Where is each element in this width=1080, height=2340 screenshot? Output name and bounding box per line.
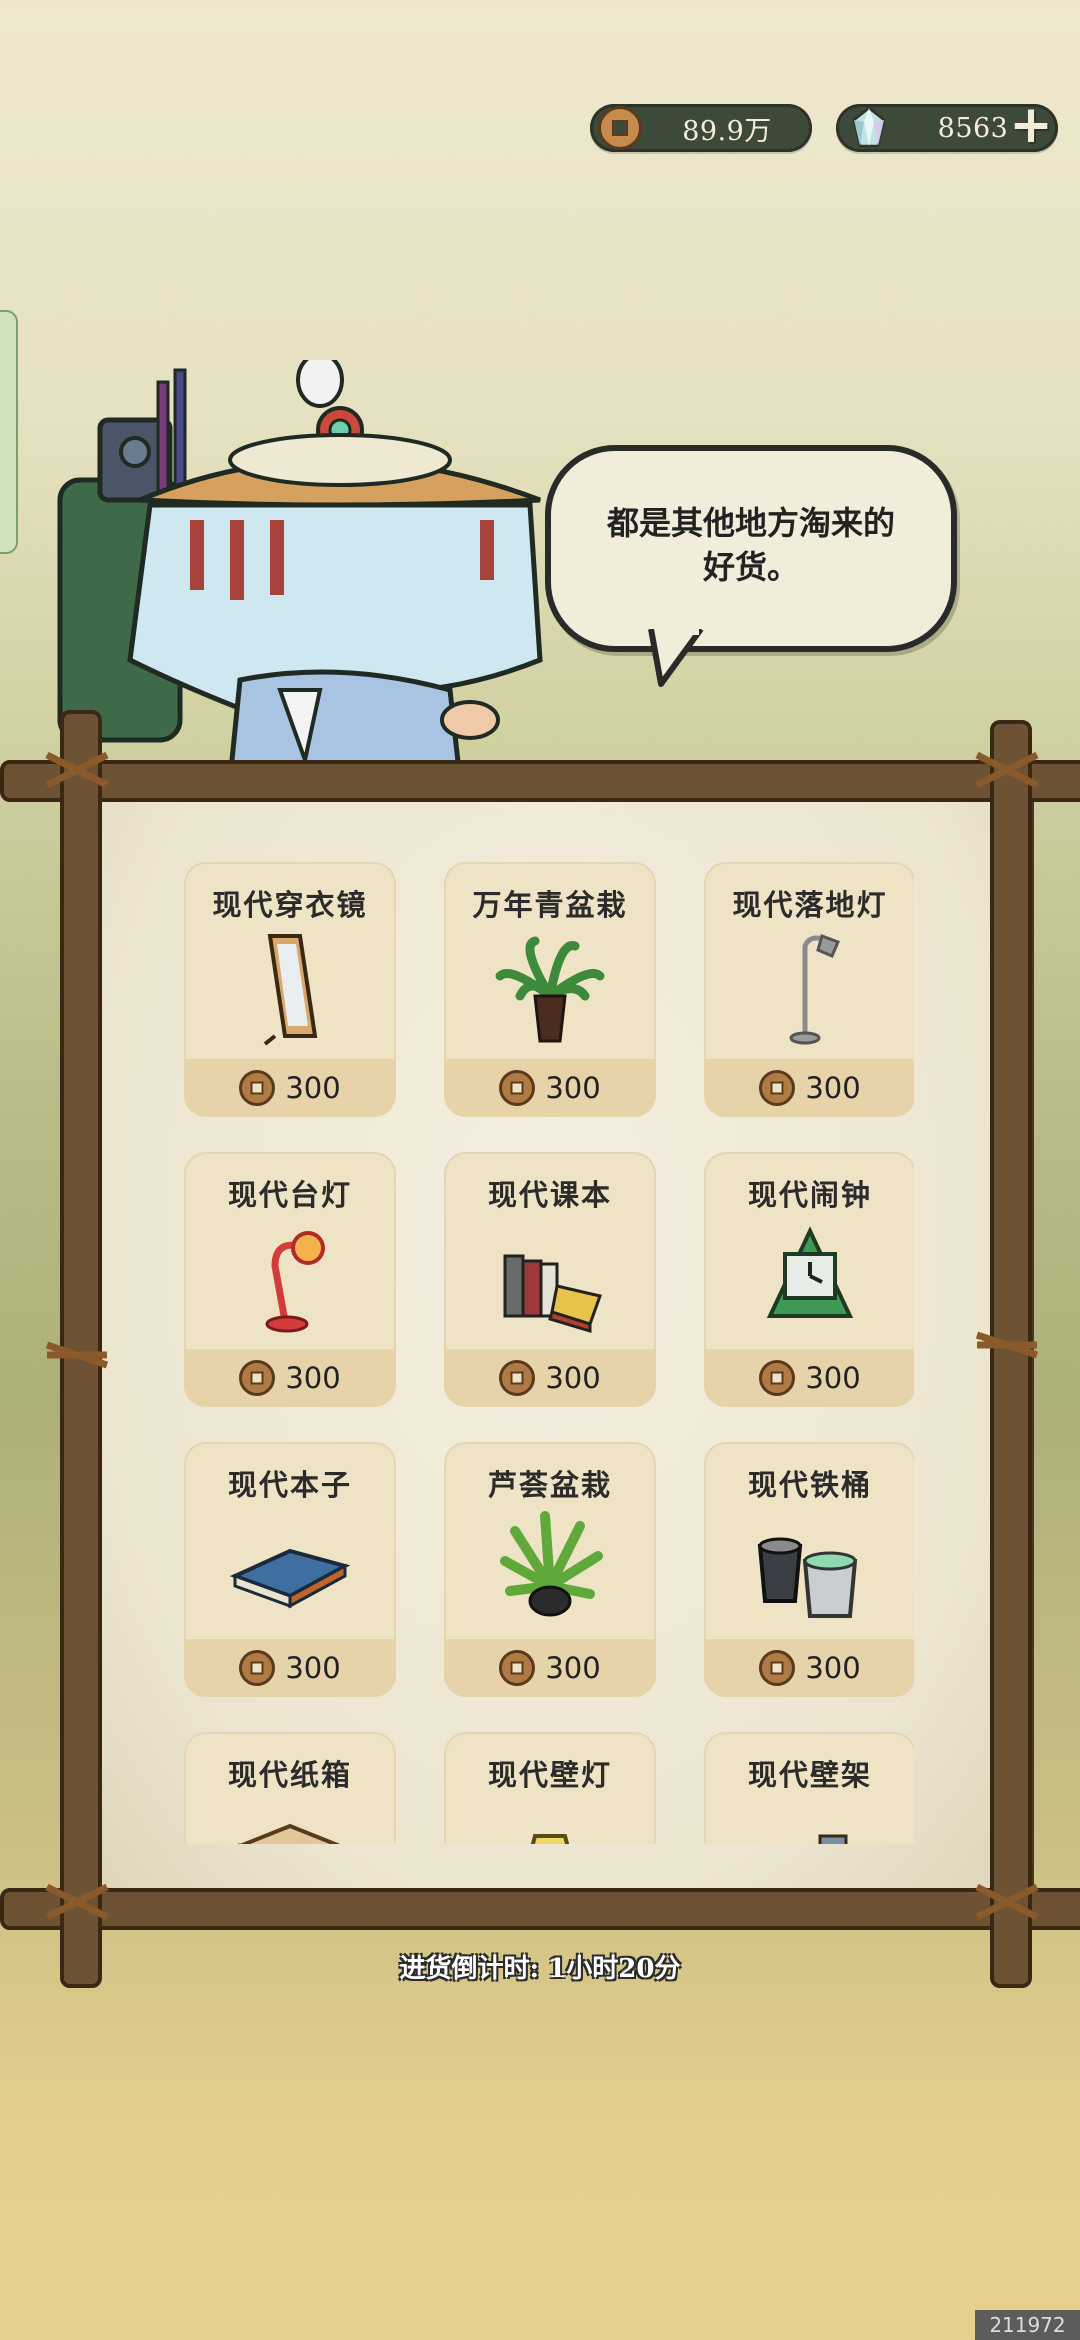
item-name: 现代壁灯 [487,1758,612,1792]
rope-tie-top-right [975,751,1039,789]
item-name: 现代本子 [227,1468,352,1502]
mirror-icon [263,934,318,1046]
merchant-character [57,360,543,780]
item-price-value: 300 [545,1071,601,1105]
item-name: 现代落地灯 [732,888,888,922]
potted-plant-icon [495,936,605,1043]
shop-item-notebook[interactable]: 现代本子 300 [184,1442,396,1697]
copper-coin-icon [759,1070,796,1106]
wall-shelf-icon [818,1834,848,1844]
item-name: 万年青盆栽 [472,888,628,922]
copper-coin-icon [239,1070,276,1106]
item-price: 300 [184,1059,396,1117]
item-price-value: 300 [545,1651,601,1685]
item-name: 现代台灯 [227,1178,352,1212]
rope-tie-bottom-right [975,1883,1039,1921]
watermark-id: 211972 [975,2310,1080,2340]
board-frame-bottom [0,1888,1080,1930]
copper-coin-icon [598,106,642,150]
alarm-clock-icon [766,1226,854,1318]
add-gems-button[interactable]: + [998,94,1064,160]
copper-coin-icon [239,1650,276,1686]
aloe-plant-icon [500,1511,603,1617]
shop-item-cardboard-box[interactable]: 现代纸箱 [184,1732,396,1844]
shop-item-desk-lamp[interactable]: 现代台灯 300 [184,1152,396,1407]
item-price: 300 [704,1639,914,1697]
coin-balance: 89.9万 [590,104,812,152]
item-price-value: 300 [285,1651,341,1685]
books-icon [503,1254,602,1334]
dialogue-line-2: 好货。 [702,548,799,586]
item-price: 300 [444,1639,656,1697]
item-price-value: 300 [805,1361,861,1395]
shop-item-wall-lamp[interactable]: 现代壁灯 [444,1732,656,1844]
cardboard-box-icon [238,1823,341,1844]
copper-coin-icon [499,1360,536,1396]
item-price: 300 [704,1349,914,1407]
item-price-value: 300 [545,1361,601,1395]
item-price: 300 [704,1059,914,1117]
shop-item-evergreen-plant[interactable]: 万年青盆栽 300 [444,862,656,1117]
restock-countdown: 进货倒计时: 1小时20分 [399,1954,681,1984]
shop-item-textbook[interactable]: 现代课本 300 [444,1152,656,1407]
rope-tie-top-left [45,751,109,789]
item-name: 现代壁架 [747,1758,872,1792]
item-price: 300 [444,1349,656,1407]
copper-coin-icon [759,1360,796,1396]
shop-item-alarm-clock[interactable]: 现代闹钟 300 [704,1152,914,1407]
copper-coin-icon [239,1360,276,1396]
bucket-icon [757,1537,858,1618]
crystal-gem-icon [852,106,886,148]
gem-balance: 8563 + [836,95,1058,155]
speech-bubble-tail [648,629,704,687]
shop-item-iron-bucket[interactable]: 现代铁桶 300 [704,1442,914,1697]
shop-item-mirror[interactable]: 现代穿衣镜 300 [184,862,396,1117]
item-price: 300 [184,1639,396,1697]
shop-item-aloe-plant[interactable]: 芦荟盆栽 300 [444,1442,656,1697]
item-price-value: 300 [805,1651,861,1685]
item-name: 现代课本 [487,1178,612,1212]
item-name: 现代纸箱 [227,1758,352,1792]
item-price-value: 300 [285,1071,341,1105]
wall-lamp-icon [530,1834,570,1844]
notebook-icon [230,1548,350,1609]
item-name: 芦荟盆栽 [487,1468,612,1502]
shop-item-floor-lamp[interactable]: 现代落地灯 300 [704,862,914,1117]
item-price: 300 [444,1059,656,1117]
item-name: 现代铁桶 [747,1468,872,1502]
shop-item-grid: 现代穿衣镜 300 万年青盆栽 300 现代落地灯 300 现代台灯 300 现… [184,862,914,1844]
desk-lamp-icon [265,1231,325,1333]
dialogue-line-1: 都是其他地方淘来的 [606,504,895,542]
board-frame-top [0,760,1080,802]
item-price-value: 300 [285,1361,341,1395]
speech-bubble: 都是其他地方淘来的 好货。 [545,445,957,687]
item-name: 现代闹钟 [747,1178,872,1212]
rope-tie-mid-left [45,1341,109,1369]
shop-item-wall-shelf[interactable]: 现代壁架 [704,1732,914,1844]
rope-tie-bottom-left [45,1883,109,1921]
copper-coin-icon [499,1070,536,1106]
copper-coin-icon [499,1650,536,1686]
floor-lamp-icon [789,934,840,1045]
side-drawer-tab[interactable] [0,310,18,554]
copper-coin-icon [759,1650,796,1686]
coin-amount: 89.9万 [682,115,772,147]
rope-tie-mid-right [975,1331,1039,1359]
item-price-value: 300 [805,1071,861,1105]
item-name: 现代穿衣镜 [212,888,368,922]
item-price: 300 [184,1349,396,1407]
